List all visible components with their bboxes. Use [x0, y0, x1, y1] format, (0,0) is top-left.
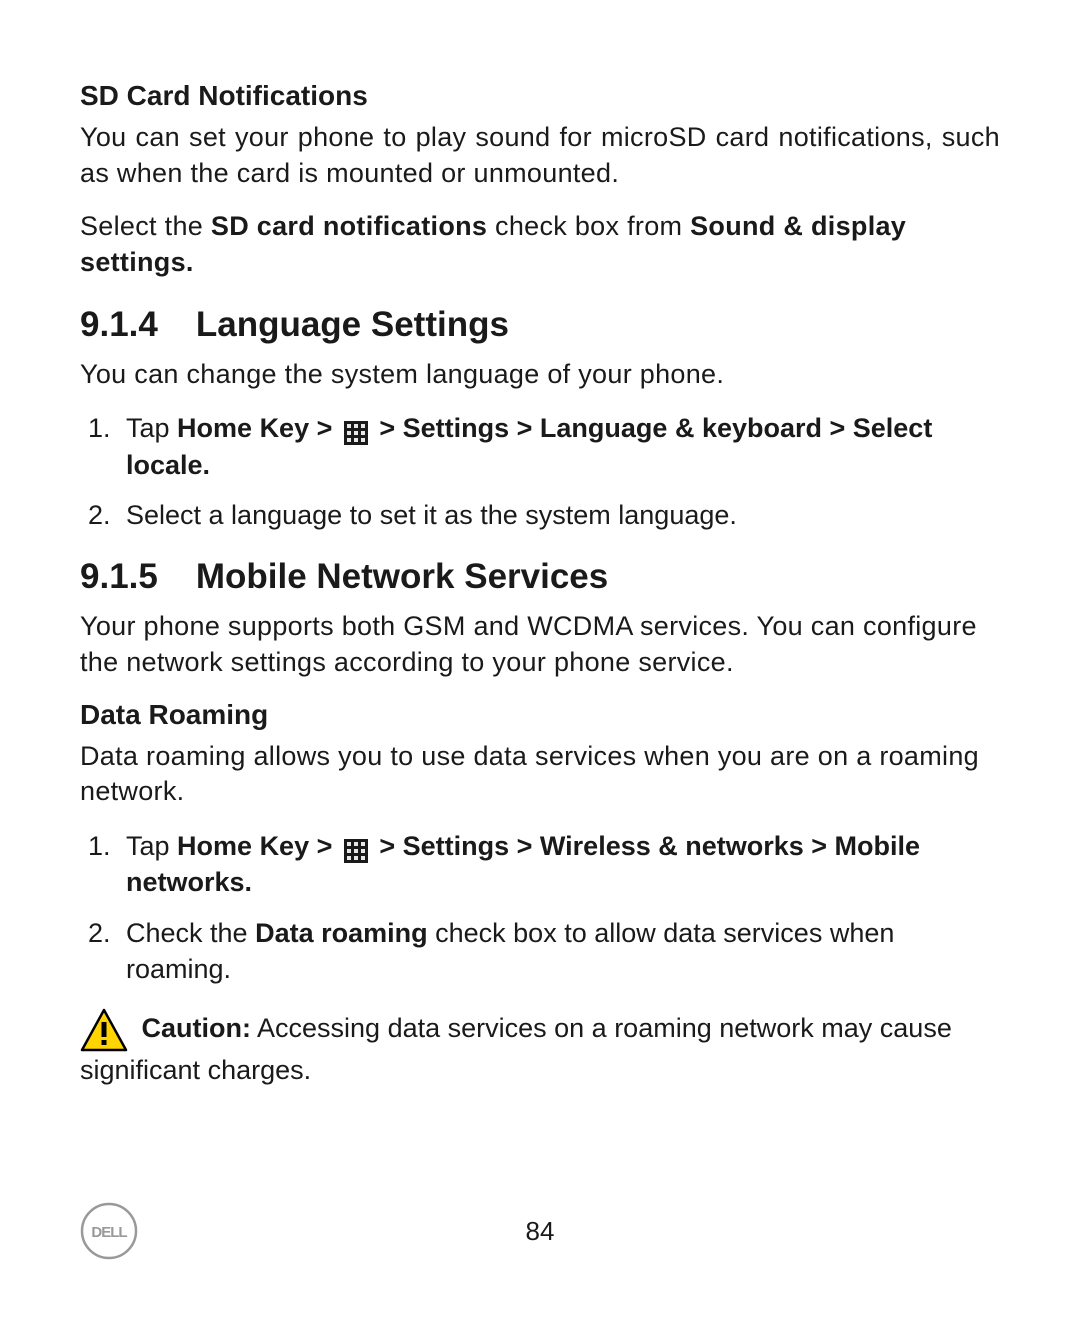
lang-step-2: Select a language to set it as the syste… [118, 497, 1000, 533]
page-footer: DELL 84 [80, 1202, 1000, 1260]
mobile-step-1: Tap Home Key > > Settings > Wireless & n… [118, 828, 1000, 901]
page-number: 84 [138, 1216, 942, 1247]
mobile-li1-b: Home Key > [177, 831, 340, 861]
apps-grid-icon [344, 418, 368, 442]
sd-p2: Select the SD card notifications check b… [80, 209, 1000, 280]
heading-language: 9.1.4 Language Settings [80, 305, 1000, 345]
subheading-data-roaming: Data Roaming [80, 699, 1000, 731]
mobile-li2-b: Data roaming [255, 918, 428, 948]
caution-label: Caution: [142, 1013, 251, 1043]
heading-sd-card: SD Card Notifications [80, 80, 1000, 112]
dell-logo-icon: DELL [80, 1202, 138, 1260]
sd-p1: You can set your phone to play sound for… [80, 120, 1000, 191]
mobile-p2: Data roaming allows you to use data serv… [80, 739, 1000, 810]
apps-grid-icon [344, 836, 368, 860]
lang-steps: Tap Home Key > > Settings > Language & k… [80, 410, 1000, 533]
heading-mobile: 9.1.5 Mobile Network Services [80, 557, 1000, 597]
caution-block: Caution: Accessing data services on a ro… [80, 1008, 1000, 1088]
section-number-914: 9.1.4 [80, 305, 158, 345]
warning-icon [80, 1008, 128, 1052]
mobile-li2-a: Check the [126, 918, 255, 948]
mobile-li1-a: Tap [126, 831, 177, 861]
sd-p2-c: check box from [487, 211, 690, 241]
lang-p1: You can change the system language of yo… [80, 357, 1000, 393]
mobile-step-2: Check the Data roaming check box to allo… [118, 915, 1000, 988]
mobile-steps: Tap Home Key > > Settings > Wireless & n… [80, 828, 1000, 988]
mobile-p1: Your phone supports both GSM and WCDMA s… [80, 609, 1000, 680]
sd-p2-b: SD card notifications [211, 211, 487, 241]
section-title-language: Language Settings [196, 305, 509, 344]
section-number-915: 9.1.5 [80, 557, 158, 597]
lang-step-1: Tap Home Key > > Settings > Language & k… [118, 410, 1000, 483]
section-title-mobile: Mobile Network Services [196, 557, 608, 596]
lang-li1-b: Home Key > [177, 413, 340, 443]
lang-li1-a: Tap [126, 413, 177, 443]
svg-text:DELL: DELL [91, 1224, 127, 1241]
sd-p2-a: Select the [80, 211, 211, 241]
